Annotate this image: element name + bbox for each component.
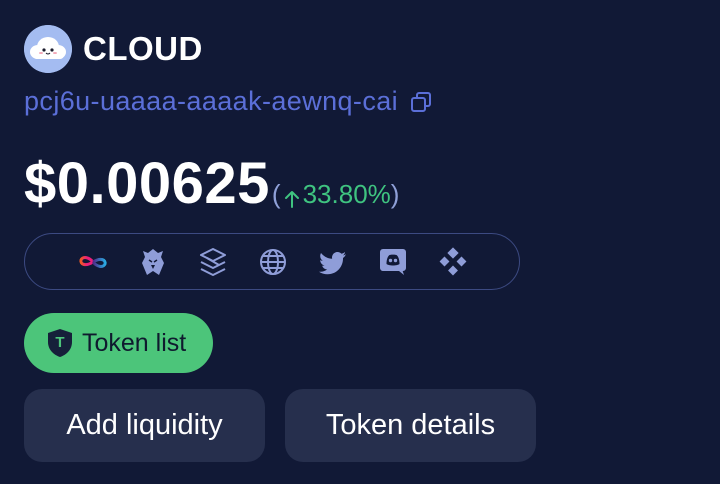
price-row: $0.00625 ( 33.80% ) <box>24 150 399 217</box>
add-liquidity-button[interactable]: Add liquidity <box>24 389 265 462</box>
arrow-up-icon <box>283 185 301 208</box>
token-list-button[interactable]: T Token list <box>24 313 213 373</box>
token-name: CLOUD <box>83 30 203 67</box>
cloud-logo-icon <box>24 25 72 73</box>
icp-infinity-icon[interactable] <box>77 247 109 277</box>
price-change: ( 33.80% ) <box>272 179 400 210</box>
shield-badge-letter: T <box>55 334 65 351</box>
copy-icon[interactable] <box>410 91 432 113</box>
globe-icon[interactable] <box>257 247 289 277</box>
discord-icon[interactable] <box>377 247 409 277</box>
token-header: CLOUD <box>24 25 203 73</box>
token-price: $0.00625 <box>24 151 270 216</box>
diamond-grid-icon[interactable] <box>437 247 469 277</box>
price-change-open-paren: ( <box>271 179 281 209</box>
layers-icon[interactable] <box>197 247 229 277</box>
twitter-icon[interactable] <box>317 247 349 277</box>
shield-icon: T <box>46 328 74 358</box>
price-change-close-paren: ) <box>390 179 400 209</box>
eagle-icon[interactable] <box>137 247 169 277</box>
canister-row: pcj6u-uaaaa-aaaak-aewnq-cai <box>24 86 432 117</box>
external-links-bar <box>24 233 520 290</box>
price-change-percent: 33.80% <box>302 179 391 209</box>
token-details-button[interactable]: Token details <box>285 389 536 462</box>
token-list-label: Token list <box>82 328 187 357</box>
canister-id-link[interactable]: pcj6u-uaaaa-aaaak-aewnq-cai <box>24 86 398 117</box>
